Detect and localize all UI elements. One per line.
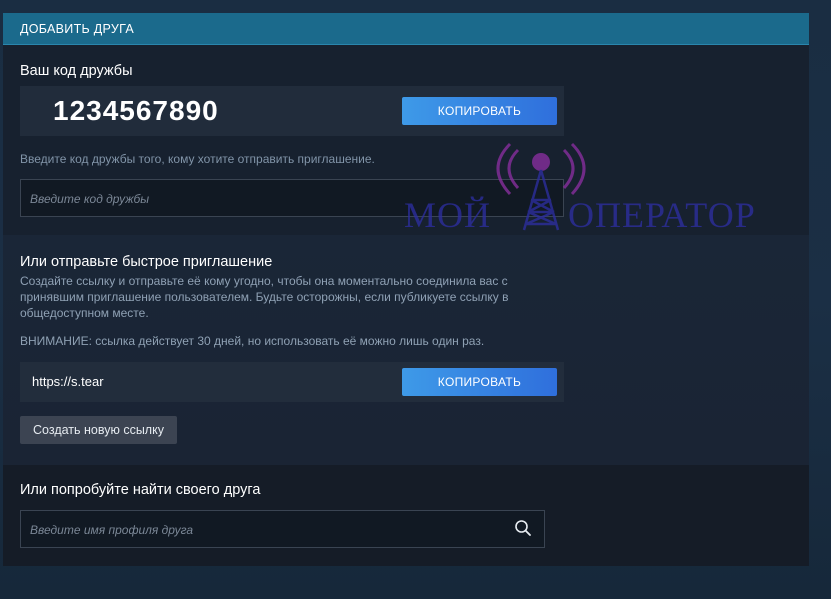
copy-link-button[interactable]: КОПИРОВАТЬ bbox=[402, 368, 557, 396]
add-friend-panel: ДОБАВИТЬ ДРУГА Ваш код дружбы 1234567890… bbox=[3, 13, 809, 566]
friend-code-input-placeholder: Введите код дружбы bbox=[30, 192, 150, 206]
profile-search-placeholder: Введите имя профиля друга bbox=[30, 523, 194, 537]
copy-code-button[interactable]: КОПИРОВАТЬ bbox=[402, 97, 557, 125]
find-friend-title: Или попробуйте найти своего друга bbox=[20, 482, 261, 498]
friend-code-value: 1234567890 bbox=[53, 95, 219, 126]
quick-invite-description: Создайте ссылку и отправьте её кому угод… bbox=[20, 274, 509, 320]
friend-code-input[interactable]: Введите код дружбы bbox=[20, 179, 564, 217]
quick-invite-warning: ВНИМАНИЕ: ссылка действует 30 дней, но и… bbox=[20, 334, 485, 348]
quick-invite-title: Или отправьте быстрое приглашение bbox=[20, 254, 273, 270]
friend-code-box: 1234567890 КОПИРОВАТЬ bbox=[20, 86, 564, 136]
invite-link-box: https://s.tear КОПИРОВАТЬ bbox=[20, 362, 564, 402]
panel-title: ДОБАВИТЬ ДРУГА bbox=[20, 22, 135, 36]
profile-search-input[interactable]: Введите имя профиля друга bbox=[20, 510, 545, 548]
page: ДОБАВИТЬ ДРУГА Ваш код дружбы 1234567890… bbox=[0, 0, 831, 599]
create-new-link-button[interactable]: Создать новую ссылку bbox=[20, 416, 177, 444]
search-icon[interactable] bbox=[514, 519, 532, 537]
friend-code-hint: Введите код дружбы того, кому хотите отп… bbox=[20, 152, 375, 166]
invite-link-value[interactable]: https://s.tear bbox=[32, 374, 104, 389]
friend-code-title: Ваш код дружбы bbox=[20, 63, 133, 79]
panel-header: ДОБАВИТЬ ДРУГА bbox=[3, 13, 809, 45]
